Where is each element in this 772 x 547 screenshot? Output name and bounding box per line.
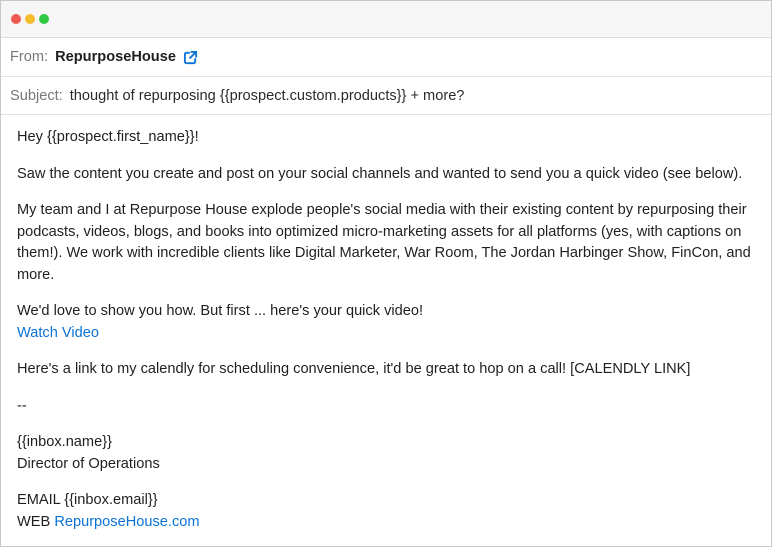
- sender-name: RepurposeHouse: [55, 49, 176, 65]
- body-paragraph-3: We'd love to show you how. But first ...…: [17, 303, 424, 319]
- web-label: WEB: [17, 513, 51, 530]
- email-body: Hey {{prospect.first_name}}! Saw the con…: [1, 115, 771, 533]
- body-paragraph-4: Here's a link to my calendly for schedul…: [17, 361, 691, 377]
- subject-row: Subject: thought of repurposing {{prospe…: [1, 77, 771, 115]
- signature-web-line: WEB RepurposeHouse.com: [17, 512, 755, 534]
- subject-label: Subject:: [10, 87, 63, 104]
- body-paragraph-1: Saw the content you create and post on y…: [17, 165, 743, 182]
- window-titlebar: [1, 1, 771, 38]
- email-window: From: RepurposeHouse Subject: thought of…: [0, 0, 772, 547]
- from-label: From:: [10, 49, 49, 65]
- body-paragraph-2: My team and I at Repurpose House explode…: [17, 202, 751, 283]
- signature-separator: --: [17, 397, 27, 414]
- minimize-window-button[interactable]: [25, 14, 35, 24]
- website-link[interactable]: RepurposeHouse.com: [54, 514, 199, 530]
- signature-title: Director of Operations: [17, 455, 160, 472]
- subject-text: thought of repurposing {{prospect.custom…: [69, 87, 465, 104]
- signature-email: EMAIL {{inbox.email}}: [17, 492, 158, 508]
- signature-block: {{inbox.name}} Director of Operations: [17, 432, 755, 475]
- greeting: Hey {{prospect.first_name}}!: [17, 129, 199, 145]
- watch-video-link[interactable]: Watch Video: [17, 323, 755, 345]
- signature-name: {{inbox.name}}: [17, 434, 112, 450]
- from-row: From: RepurposeHouse: [1, 38, 771, 77]
- contact-block: EMAIL {{inbox.email}} WEB RepurposeHouse…: [17, 490, 755, 533]
- zoom-window-button[interactable]: [39, 14, 49, 24]
- close-window-button[interactable]: [11, 14, 21, 24]
- body-paragraph-3-block: We'd love to show you how. But first ...…: [17, 301, 755, 344]
- external-link-icon[interactable]: [183, 50, 198, 65]
